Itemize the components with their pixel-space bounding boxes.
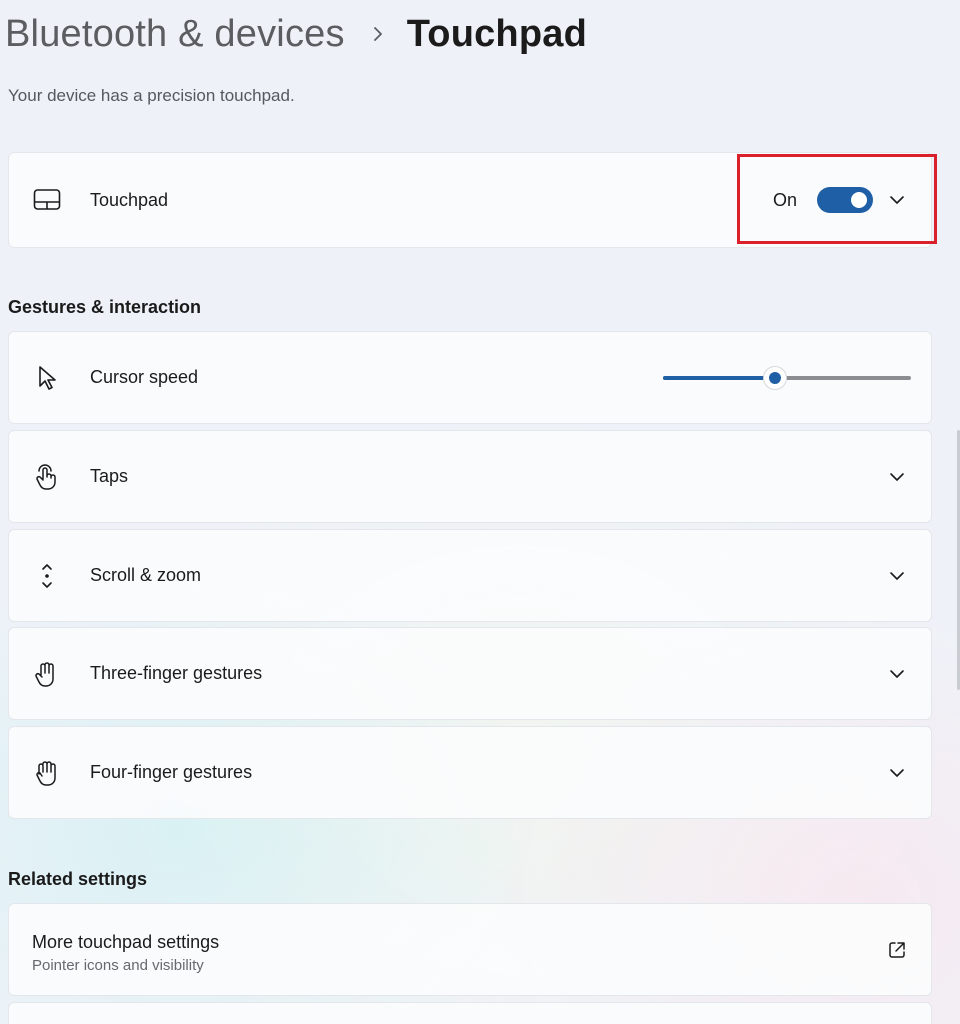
external-link-icon[interactable] (883, 936, 911, 964)
tap-icon (33, 463, 61, 491)
scroll-icon (33, 562, 61, 590)
breadcrumb: Bluetooth & devices Touchpad (5, 10, 587, 58)
cursor-speed-card: Cursor speed (8, 331, 932, 424)
list-item-label: Scroll & zoom (90, 565, 202, 585)
page-subtitle: Your device has a precision touchpad. (8, 86, 295, 105)
gestures-heading: Gestures & interaction (8, 297, 202, 317)
breadcrumb-parent-link[interactable]: Bluetooth & devices (5, 13, 345, 56)
list-item-label: Four-finger gestures (90, 762, 253, 782)
chevron-down-icon[interactable] (883, 463, 911, 491)
related-item-subtitle: Pointer icons and visibility (32, 957, 204, 974)
four-finger-card[interactable]: Four-finger gestures (8, 726, 932, 819)
list-item-label: Three-finger gestures (90, 663, 263, 683)
touchpad-label: Touchpad (90, 189, 169, 210)
scroll-zoom-card[interactable]: Scroll & zoom (8, 529, 932, 622)
next-related-card[interactable] (8, 1002, 932, 1024)
cursor-speed-label: Cursor speed (90, 367, 199, 387)
four-finger-icon (33, 759, 61, 787)
touchpad-icon (33, 186, 61, 214)
list-item-label: Taps (90, 466, 129, 486)
chevron-down-icon[interactable] (883, 759, 911, 787)
more-touchpad-settings-card[interactable]: More touchpad settings Pointer icons and… (8, 903, 932, 996)
related-settings-heading: Related settings (8, 869, 148, 889)
highlight-box (737, 154, 937, 244)
slider-thumb[interactable] (762, 365, 787, 390)
chevron-right-icon (371, 24, 385, 44)
slider-track-fill (663, 375, 775, 380)
three-finger-icon (33, 660, 61, 688)
cursor-speed-slider[interactable] (663, 365, 911, 390)
page-title: Touchpad (406, 12, 588, 55)
related-item-title: More touchpad settings (32, 932, 220, 952)
cursor-icon (33, 364, 61, 392)
chevron-down-icon[interactable] (883, 660, 911, 688)
taps-card[interactable]: Taps (8, 430, 932, 523)
chevron-down-icon[interactable] (883, 562, 911, 590)
three-finger-card[interactable]: Three-finger gestures (8, 627, 932, 720)
